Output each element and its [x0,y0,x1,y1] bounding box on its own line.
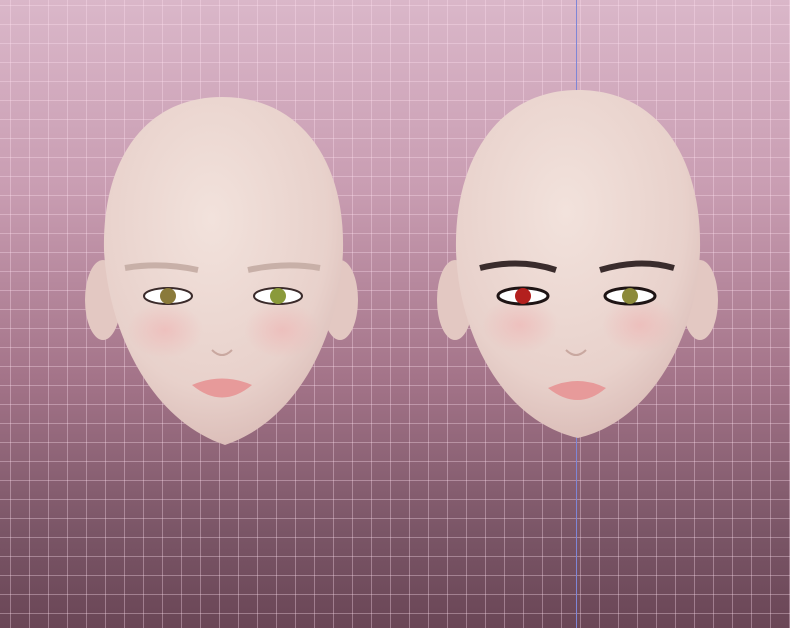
heads-render [85,90,718,445]
iris [160,288,176,304]
iris [622,288,638,304]
cas-viewport[interactable] [0,0,790,628]
head-left[interactable] [85,97,358,445]
iris [515,288,531,304]
head-right[interactable] [437,90,718,438]
iris [270,288,286,304]
